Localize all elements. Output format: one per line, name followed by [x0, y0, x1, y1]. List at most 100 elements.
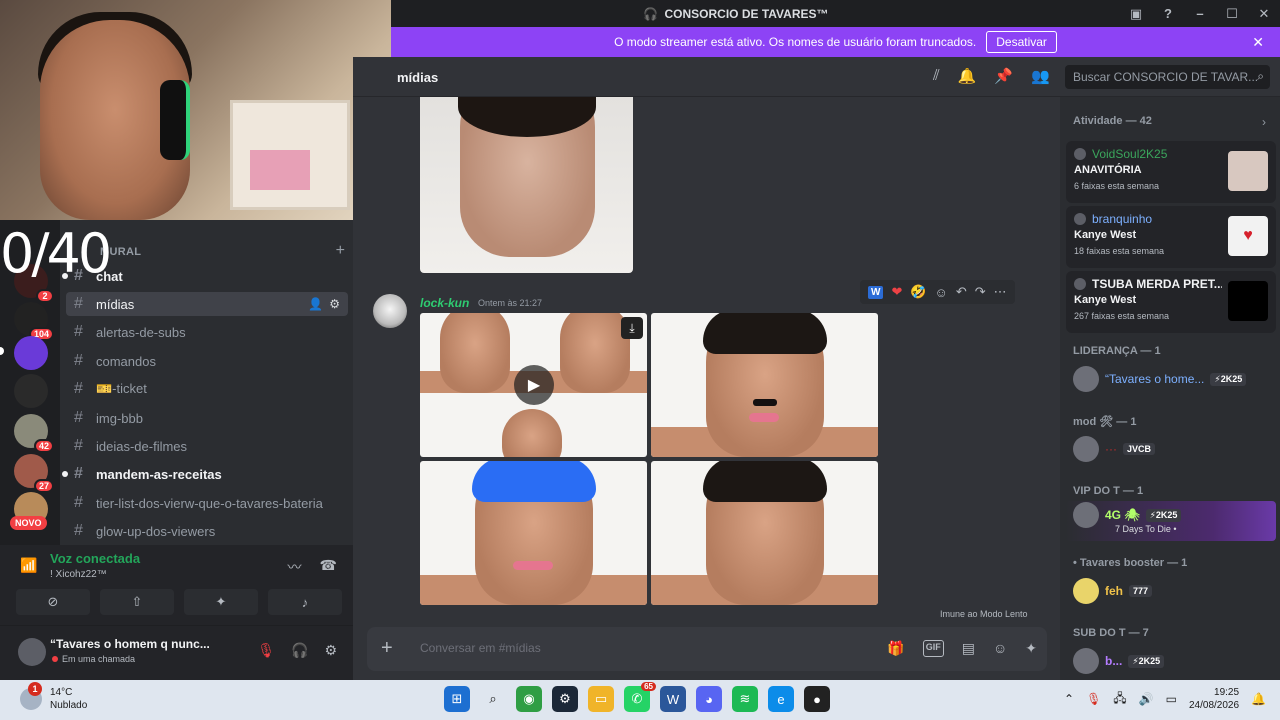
message-author[interactable]: lock-kun — [420, 296, 469, 310]
clock[interactable]: 19:25 24/08/2026 — [1189, 686, 1239, 712]
network-icon[interactable]: 🖧 — [1113, 689, 1126, 710]
spotify-icon[interactable]: ≋ — [732, 686, 758, 712]
hash-icon: # — [74, 437, 83, 454]
member-row[interactable]: b... ⚡2K25 — [1073, 647, 1273, 675]
channel-receitas[interactable]: # mandem-as-receitas — [62, 462, 348, 486]
sticker-icon[interactable]: ▤ — [962, 640, 975, 657]
activity-card[interactable]: VoidSoul2K25 ANAVITÓRIA 6 faixas esta se… — [1066, 141, 1276, 203]
start-icon[interactable]: ⊞ — [444, 686, 470, 712]
download-icon[interactable]: ⤓ — [621, 317, 643, 339]
member-list: Atividade — 42 › VoidSoul2K25 ANAVITÓRIA… — [1060, 97, 1280, 680]
gif-icon[interactable]: GIF — [922, 640, 944, 657]
deafen-icon[interactable]: 🎧 — [291, 642, 308, 659]
message-input[interactable]: Conversar em #mídias — [420, 641, 541, 655]
member-row[interactable]: ··· JVCB — [1073, 435, 1273, 463]
help-icon[interactable]: ? — [1160, 6, 1176, 22]
members-icon[interactable]: 👥 — [1031, 67, 1050, 85]
channel-midias[interactable]: # mídias 👤 ⚙ — [66, 292, 348, 316]
battery-icon[interactable]: ▭ — [1166, 692, 1177, 706]
attach-icon[interactable]: + — [381, 637, 393, 660]
username[interactable]: “Tavares o homem q nunc... — [50, 637, 210, 651]
emoji-icon[interactable]: ☺ — [993, 640, 1007, 657]
reply-icon[interactable]: ↶ — [956, 284, 967, 300]
mic-icon[interactable]: 🎙 — [1086, 692, 1101, 706]
screen-share-button[interactable]: ⇧ — [100, 589, 174, 615]
server-icon-4[interactable] — [14, 374, 48, 408]
server-icon-6[interactable]: 27 — [14, 454, 54, 493]
channel-glow-up[interactable]: # glow-up-dos-viewers — [66, 519, 348, 543]
member-row[interactable]: “Tavares o home... ⚡2K25 — [1073, 365, 1273, 393]
channel-ticket[interactable]: # 🎫-ticket — [66, 377, 348, 401]
channel-tier-list[interactable]: # tier-list-dos-vierw-que-o-tavares-bate… — [66, 491, 348, 515]
camera-button[interactable]: ⊘ — [16, 589, 90, 615]
activity-card[interactable]: branquinho Kanye West 18 faixas esta sem… — [1066, 206, 1276, 268]
play-icon[interactable]: ▶ — [514, 365, 554, 405]
edge-icon[interactable]: e — [768, 686, 794, 712]
volume-icon[interactable]: 🔊 — [1139, 692, 1154, 706]
forward-icon[interactable]: ↷ — [975, 284, 986, 300]
steam-icon[interactable]: ⚙ — [552, 686, 578, 712]
discord-icon[interactable]: ◕ — [696, 686, 722, 712]
chevron-up-icon[interactable]: ⌃ — [1064, 692, 1074, 706]
search-input[interactable]: Buscar CONSORCIO DE TAVAR... ⌕ — [1065, 65, 1270, 89]
inbox-icon[interactable]: ▣ — [1128, 6, 1144, 22]
pin-icon[interactable]: 📌 — [994, 67, 1013, 85]
obs-icon[interactable]: ● — [804, 686, 830, 712]
image-attachment[interactable] — [420, 97, 633, 273]
maximize-icon[interactable]: ☐ — [1224, 6, 1240, 22]
mute-mic-icon[interactable]: 🎙 — [257, 642, 275, 659]
minimize-icon[interactable]: – — [1192, 6, 1208, 22]
message-avatar[interactable] — [373, 294, 407, 328]
channel-img-bbb[interactable]: # img-bbb — [66, 406, 348, 430]
threads-icon[interactable]: ⫽ — [933, 67, 940, 85]
image-tile-3[interactable] — [420, 461, 647, 605]
signal-icon[interactable]: 📶 — [20, 557, 37, 574]
heart-icon: ♥ — [1228, 216, 1268, 256]
soundboard-button[interactable]: ♪ — [268, 589, 342, 615]
avatar — [1073, 648, 1099, 674]
channel-alertas[interactable]: # alertas-de-subs — [66, 320, 348, 344]
video-attachment[interactable]: ▶ ⤓ — [420, 313, 647, 457]
gear-icon[interactable]: ⚙ — [329, 297, 340, 311]
bell-icon[interactable]: 🔔 — [958, 67, 977, 85]
close-banner-icon[interactable]: ✕ — [1252, 34, 1264, 51]
invite-icon[interactable]: 👤 — [308, 297, 323, 311]
search-icon[interactable]: ⌕ — [480, 686, 506, 712]
avatar[interactable] — [18, 638, 46, 666]
add-reaction-icon[interactable]: ☺ — [935, 285, 948, 300]
reaction-laugh[interactable]: 🤣 — [910, 284, 926, 300]
voice-status[interactable]: Voz conectada — [50, 551, 140, 566]
weather-widget[interactable]: 1 14°C Nublado — [20, 682, 87, 712]
discord-window: 🎧 CONSORCIO DE TAVARES™ ▣ ? – ☐ ✕ O modo… — [0, 0, 1280, 720]
whatsapp-icon[interactable]: ✆ 65 — [624, 682, 656, 712]
noise-suppression-icon[interactable]: 〰 — [288, 557, 302, 577]
channel-ideias[interactable]: # ideias-de-filmes — [66, 434, 348, 458]
chevron-right-icon[interactable]: › — [1262, 115, 1266, 129]
more-icon[interactable]: ⋯ — [994, 284, 1007, 300]
add-channel-icon[interactable]: + — [336, 242, 345, 260]
gift-icon[interactable]: 🎁 — [887, 640, 904, 657]
channel-comandos[interactable]: # comandos — [66, 349, 348, 373]
server-icon-5[interactable]: 42 — [14, 414, 54, 453]
reaction-heart[interactable]: ❤ — [891, 284, 902, 300]
disconnect-icon[interactable]: ☎ — [320, 557, 337, 577]
reaction-w[interactable]: W — [868, 285, 884, 299]
user-settings-icon[interactable]: ⚙ — [324, 642, 337, 659]
member-row[interactable]: feh 777 — [1073, 577, 1273, 605]
window-controls: ▣ ? – ☐ ✕ — [1128, 0, 1272, 27]
close-window-icon[interactable]: ✕ — [1256, 6, 1272, 22]
image-tile-2[interactable] — [651, 313, 878, 457]
chrome-icon[interactable]: ◉ — [516, 686, 542, 712]
notification-icon[interactable]: 🔔 — [1251, 692, 1266, 706]
image-tile-4[interactable] — [651, 461, 878, 605]
activities-button[interactable]: ✦ — [184, 589, 258, 615]
server-icon-2[interactable]: 104 — [14, 302, 54, 341]
word-icon[interactable]: W — [660, 686, 686, 712]
server-icon-3[interactable] — [14, 336, 48, 370]
hash-icon: # — [74, 295, 83, 312]
apps-icon[interactable]: ✦ — [1025, 640, 1037, 657]
folder-icon[interactable]: ▭ — [588, 686, 614, 712]
window-title: 🎧 CONSORCIO DE TAVARES™ — [643, 6, 829, 21]
activity-card[interactable]: TSUBA MERDA PRET... Kanye West 267 faixa… — [1066, 271, 1276, 333]
disable-streamer-button[interactable]: Desativar — [986, 31, 1057, 53]
